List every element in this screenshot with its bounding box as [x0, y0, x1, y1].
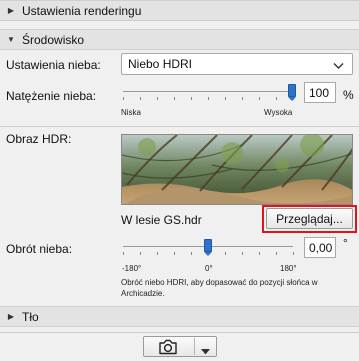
section-title: Środowisko [22, 32, 85, 47]
slider-tick [157, 97, 158, 100]
slider-tick [276, 252, 277, 255]
slider-tick [140, 252, 141, 255]
rotation-mid-label: 0° [205, 264, 213, 273]
sky-settings-label: Ustawienia nieba: [6, 58, 101, 72]
slider-thumb[interactable] [288, 84, 296, 101]
section-rendering-settings[interactable]: ▶ Ustawienia renderingu [0, 0, 359, 21]
section-title: Tło [22, 309, 39, 324]
rotation-hint: Obróć niebo HDRI, aby dopasować do pozyc… [121, 278, 318, 298]
triangle-right-icon: ▶ [7, 312, 15, 321]
slider-tick [174, 97, 175, 100]
slider-tick [123, 97, 124, 100]
slider-tick [191, 252, 192, 255]
slider-tick [259, 97, 260, 100]
section-environment[interactable]: ▼ Środowisko [0, 29, 359, 50]
triangle-down-icon[interactable] [201, 344, 210, 358]
slider-tick [259, 252, 260, 255]
sky-settings-value: Niebo HDRI [128, 57, 193, 71]
section-title: Ustawienia renderingu [22, 3, 142, 18]
slider-tick [208, 97, 209, 100]
hdr-filename: W lesie GS.hdr [121, 213, 202, 227]
slider-tick [225, 97, 226, 100]
slider-tick [225, 252, 226, 255]
slider-tick [191, 97, 192, 100]
hdr-preview-image [121, 134, 353, 205]
slider-high-label: Wysoka [264, 108, 293, 117]
chevron-down-icon [333, 59, 344, 73]
degree-unit: ° [343, 236, 348, 250]
slider-low-label: Niska [121, 108, 142, 117]
section-background[interactable]: ▶ Tło [0, 306, 359, 327]
percent-unit: % [343, 88, 354, 102]
triangle-down-icon: ▼ [7, 35, 15, 44]
render-settings-panel: ▶ Ustawienia renderingu ▼ Środowisko Ust… [0, 0, 359, 361]
slider-tick [157, 252, 158, 255]
hdr-image-label: Obraz HDR: [6, 132, 72, 146]
sky-intensity-input[interactable]: 100 [304, 82, 336, 103]
slider-tick [242, 97, 243, 100]
slider-tick [174, 252, 175, 255]
rotation-min-label: -180° [122, 264, 142, 273]
triangle-right-icon: ▶ [7, 6, 15, 15]
slider-track [123, 91, 293, 92]
slider-tick [140, 97, 141, 100]
slider-tick [123, 252, 124, 255]
button-separator [194, 338, 195, 355]
camera-icon [158, 339, 178, 358]
sky-rotation-input[interactable]: 0,00 [304, 237, 336, 258]
browse-button[interactable]: Przeglądaj... [266, 208, 353, 229]
slider-thumb[interactable] [204, 239, 212, 256]
sky-intensity-label: Natężenie nieba: [6, 89, 97, 103]
sky-settings-dropdown[interactable]: Niebo HDRI [121, 53, 353, 75]
slider-tick [242, 252, 243, 255]
rotation-max-label: 180° [280, 264, 297, 273]
divider [0, 126, 359, 127]
slider-tick [293, 252, 294, 255]
slider-tick [276, 97, 277, 100]
sky-rotation-label: Obrót nieba: [6, 242, 73, 256]
